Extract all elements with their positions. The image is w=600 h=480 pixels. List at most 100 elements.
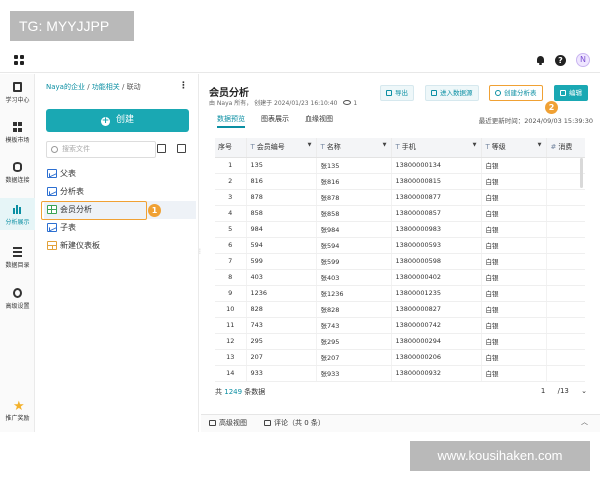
cell-phone: 13800000598 <box>391 253 482 270</box>
table-row[interactable]: 4 858 张858 13800000857 白银 <box>215 205 585 222</box>
table-row[interactable]: 9 1236 张1236 13800001235 白银 <box>215 285 585 302</box>
cell-member-id: 743 <box>246 317 317 334</box>
watermark-tg-label: TG: MYYJJPP <box>10 11 134 41</box>
cell-spending <box>546 365 585 382</box>
advanced-view-button[interactable]: 高级视图 <box>209 418 247 428</box>
column-header-level[interactable]: T 等级 ▼ <box>481 138 547 158</box>
cell-index: 8 <box>215 269 247 286</box>
table-row[interactable]: 12 295 张295 13800000294 白银 <box>215 333 585 350</box>
cell-index: 10 <box>215 301 247 318</box>
nav-item-referral-rewards[interactable]: ★ 推广奖励 <box>0 400 35 422</box>
new-folder-icon[interactable] <box>177 144 186 153</box>
edit-label: 编辑 <box>569 89 582 97</box>
tree-item-child-table[interactable]: 子表 <box>44 219 196 237</box>
table-row[interactable]: 6 594 张594 13800000593 白银 <box>215 237 585 254</box>
table-row[interactable]: 11 743 张743 13800000742 白银 <box>215 317 585 334</box>
nav-item-label: 高级设置 <box>5 303 30 310</box>
nav-item-template-market[interactable]: 模板市场 <box>0 122 35 144</box>
cell-name: 张599 <box>316 253 392 270</box>
cell-spending <box>546 253 585 270</box>
help-icon[interactable]: ? <box>555 54 566 66</box>
nav-item-advanced-settings[interactable]: 高级设置 <box>0 288 35 310</box>
book-icon <box>13 82 22 92</box>
column-header-name[interactable]: T 名称 ▼ <box>316 138 392 158</box>
dropdown-caret-icon[interactable]: ▼ <box>538 142 542 148</box>
edit-button[interactable]: 编辑 <box>554 85 588 101</box>
cell-member-id: 1236 <box>246 285 317 302</box>
table-row[interactable]: 14 933 张933 13800000932 白银 <box>215 365 585 382</box>
tree-item-analysis-table[interactable]: 分析表 <box>44 183 196 201</box>
dropdown-caret-icon[interactable]: ▼ <box>308 142 312 148</box>
column-header-member-id[interactable]: T 会员编号 ▼ <box>246 138 317 158</box>
cell-name: 张878 <box>316 189 392 206</box>
create-button-label: 创建 <box>115 115 134 125</box>
table-row[interactable]: 10 828 张828 13800000827 白银 <box>215 301 585 318</box>
table-scrollbar[interactable] <box>580 158 583 188</box>
cell-name: 张135 <box>316 157 392 174</box>
create-button[interactable]: + 创建 <box>46 109 189 132</box>
table-row[interactable]: 1 135 张135 13800000134 白银 <box>215 157 585 174</box>
pagination-bar: 共 1249 条数据 1 /13 ⌄ <box>215 387 587 401</box>
column-header-spending[interactable]: # 消费 <box>546 138 585 158</box>
tree-item-label: 父表 <box>60 169 76 178</box>
advanced-view-label: 高级视图 <box>219 419 247 427</box>
table-row[interactable]: 5 984 张984 13800000983 白银 <box>215 221 585 238</box>
enter-data-source-button[interactable]: 进入数据源 <box>425 85 479 101</box>
cell-name: 张295 <box>316 333 392 350</box>
cell-index: 14 <box>215 365 247 382</box>
column-header-phone[interactable]: T 手机 ▼ <box>391 138 482 158</box>
tab-data-preview[interactable]: 数据预览 <box>217 114 245 128</box>
user-avatar[interactable]: N <box>576 53 590 67</box>
table-row[interactable]: 13 207 张207 13800000206 白银 <box>215 349 585 366</box>
gear-icon <box>13 288 22 298</box>
cell-level: 白银 <box>481 349 547 366</box>
highlight-box-member-analysis <box>41 201 147 220</box>
create-analysis-table-button[interactable]: 创建分析表 <box>489 85 543 101</box>
table-row[interactable]: 8 403 张403 13800000402 白银 <box>215 269 585 286</box>
table-row[interactable]: 3 878 张878 13800000877 白银 <box>215 189 585 206</box>
apps-grid-icon[interactable] <box>14 55 24 65</box>
current-page-input[interactable]: 1 <box>541 387 545 395</box>
new-window-icon[interactable] <box>157 144 166 153</box>
table-row[interactable]: 2 816 张816 13800000815 白银 <box>215 173 585 190</box>
dropdown-caret-icon[interactable]: ▼ <box>473 142 477 148</box>
breadcrumb-feature[interactable]: 功能相关 <box>92 83 120 91</box>
text-type-icon: T <box>485 143 490 152</box>
cell-index: 5 <box>215 221 247 238</box>
cell-name: 张933 <box>316 365 392 382</box>
panel-resize-handle[interactable]: ⋮ <box>197 249 203 258</box>
tree-item-parent-table[interactable]: 父表 <box>44 165 196 183</box>
nav-item-learning-center[interactable]: 学习中心 <box>0 82 35 104</box>
nav-item-label: 数据目录 <box>5 262 30 269</box>
cell-index: 2 <box>215 173 247 190</box>
tab-lineage-view[interactable]: 血缘视图 <box>305 114 333 128</box>
nav-item-analysis-display[interactable]: 分析展示 <box>0 198 35 230</box>
comments-button[interactable]: 评论（共 0 条） <box>264 418 325 428</box>
chevron-down-icon[interactable]: ⌄ <box>581 387 587 395</box>
cell-level: 白银 <box>481 253 547 270</box>
cell-name: 张207 <box>316 349 392 366</box>
export-button[interactable]: 导出 <box>380 85 414 101</box>
dropdown-caret-icon[interactable]: ▼ <box>383 142 387 148</box>
table-row[interactable]: 7 599 张599 13800000598 白银 <box>215 253 585 270</box>
more-options-icon[interactable]: ⋮ <box>179 82 188 91</box>
notification-bell-icon[interactable] <box>536 55 545 65</box>
line-chart-icon <box>47 187 57 196</box>
nav-item-data-connection[interactable]: 数据连接 <box>0 162 35 184</box>
search-input[interactable]: 搜索文件 <box>46 141 156 158</box>
tree-item-new-dashboard[interactable]: 新建仪表板 <box>44 237 196 255</box>
cell-phone: 13800000983 <box>391 221 482 238</box>
data-table: 序号 T 会员编号 ▼ T 名称 ▼ T 手机 ▼ T 等级 ▼ # 消费 1 135 张135 138… <box>215 138 585 382</box>
nav-item-data-catalog[interactable]: 数据目录 <box>0 247 35 269</box>
catalog-list-icon <box>13 247 22 257</box>
breadcrumb-enterprise[interactable]: Naya的企业 <box>46 83 85 91</box>
cell-spending <box>546 237 585 254</box>
cell-member-id: 828 <box>246 301 317 318</box>
cell-spending <box>546 301 585 318</box>
cell-member-id: 594 <box>246 237 317 254</box>
enter-data-source-label: 进入数据源 <box>440 89 473 97</box>
chevron-up-icon[interactable]: ︿ <box>581 417 588 427</box>
column-header-index[interactable]: 序号 <box>215 138 247 158</box>
tab-chart-display[interactable]: 图表展示 <box>261 114 289 128</box>
nav-item-label: 推广奖励 <box>5 415 30 422</box>
